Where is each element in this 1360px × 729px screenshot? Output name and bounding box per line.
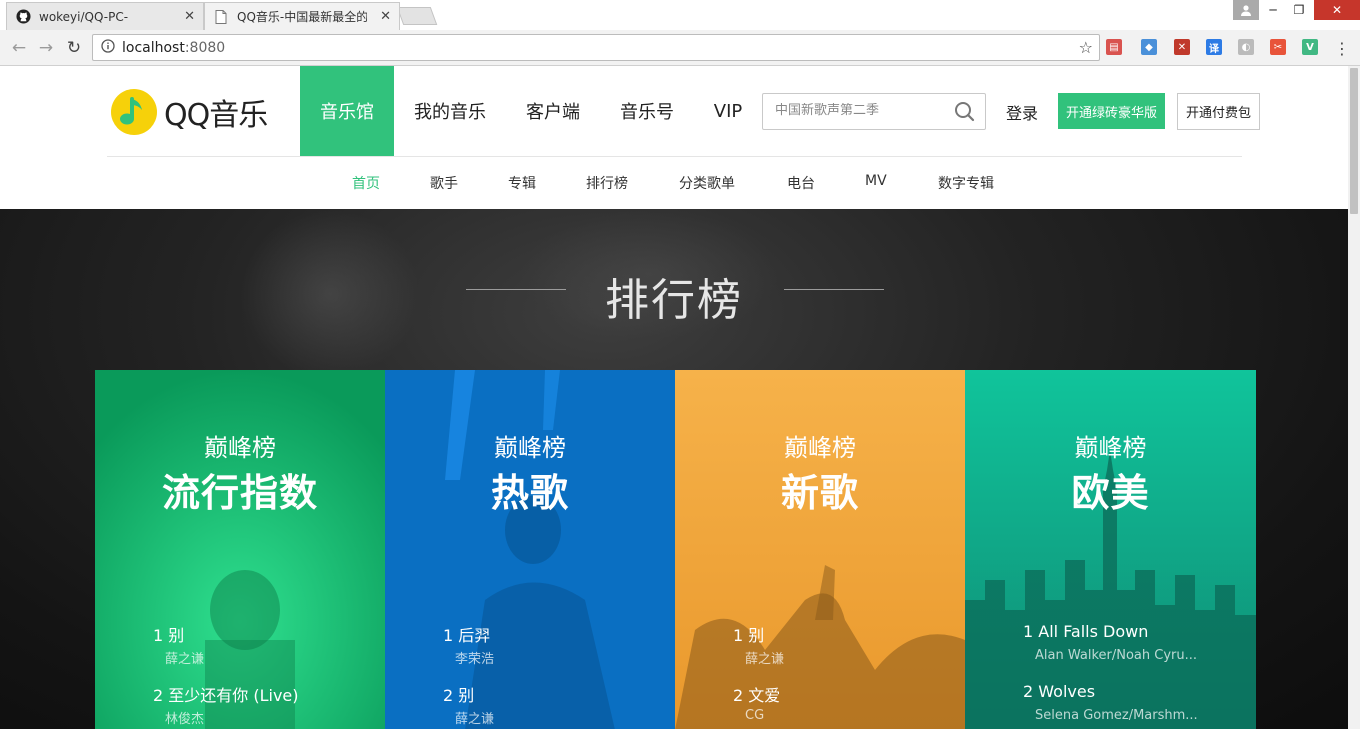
card-title: 热歌 bbox=[490, 471, 569, 515]
nav-item-music-account[interactable]: 音乐号 bbox=[600, 66, 694, 156]
close-tab-icon[interactable]: ✕ bbox=[184, 9, 195, 24]
song-artist[interactable]: Alan Walker/Noah Cyru... bbox=[1035, 648, 1215, 663]
subnav-item-home[interactable]: 首页 bbox=[352, 173, 380, 193]
song-artist[interactable]: 林俊杰 bbox=[165, 708, 345, 727]
ranking-card-hot-songs[interactable]: 巅峰榜 热歌 1 后羿 李荣浩 2 别 薛之谦 bbox=[385, 370, 675, 729]
main-nav: 音乐馆 我的音乐 客户端 音乐号 VIP bbox=[300, 66, 762, 156]
close-window-icon[interactable]: ✕ bbox=[1314, 0, 1360, 20]
adblock-extension-icon[interactable]: ✕ bbox=[1174, 39, 1190, 55]
song-artist[interactable]: 薛之谦 bbox=[165, 648, 345, 667]
ranking-cards: 巅峰榜 流行指数 1 别 薛之谦 2 至少还有你 (Live) 林俊杰 巅峰榜 … bbox=[95, 370, 1256, 729]
card-subtitle: 巅峰榜 bbox=[204, 434, 276, 462]
subnav-item-charts[interactable]: 排行榜 bbox=[586, 173, 628, 193]
card-subtitle: 巅峰榜 bbox=[1074, 434, 1147, 462]
song-artist[interactable]: CG bbox=[745, 708, 925, 723]
song-line[interactable]: 1 别 bbox=[153, 622, 184, 646]
url-port: :8080 bbox=[184, 39, 226, 56]
close-tab-icon[interactable]: ✕ bbox=[380, 9, 391, 24]
github-icon bbox=[15, 9, 31, 25]
restore-icon[interactable]: ❐ bbox=[1286, 0, 1312, 20]
page-icon bbox=[213, 9, 229, 25]
login-link[interactable]: 登录 bbox=[1006, 100, 1038, 124]
ranking-card-new-songs[interactable]: 巅峰榜 新歌 1 别 薛之谦 2 文爱 CG bbox=[675, 370, 965, 729]
card-title: 新歌 bbox=[780, 471, 859, 515]
browser-tab-github[interactable]: wokeyi/QQ-PC- ✕ bbox=[6, 2, 204, 30]
tab-title: wokeyi/QQ-PC- bbox=[39, 9, 129, 24]
search-input[interactable] bbox=[775, 103, 945, 118]
ranking-section: 排行榜 巅峰榜 流行指数 1 别 薛之谦 2 至少还有你 (Live) 林俊杰 bbox=[0, 209, 1348, 729]
leaf-extension-icon[interactable]: ◐ bbox=[1238, 39, 1254, 55]
site-header: QQ音乐 音乐馆 我的音乐 客户端 音乐号 VIP 登录 开通绿砖豪华版 开通付… bbox=[0, 66, 1348, 156]
vue-devtools-icon[interactable]: V bbox=[1302, 39, 1318, 55]
bookmark-star-icon[interactable]: ☆ bbox=[1079, 38, 1093, 57]
qq-music-logo[interactable]: QQ音乐 bbox=[110, 88, 268, 136]
song-artist[interactable]: 李荣浩 bbox=[455, 648, 635, 667]
song-line[interactable]: 2 Wolves bbox=[1023, 682, 1095, 701]
subnav-item-mv[interactable]: MV bbox=[865, 173, 887, 189]
ranking-card-western[interactable]: 巅峰榜 欧美 1 All Falls Down Alan Walker/Noah… bbox=[965, 370, 1256, 729]
browser-tab-bar: wokeyi/QQ-PC- ✕ QQ音乐-中国最新最全的 ✕ ─ ❐ ✕ bbox=[0, 0, 1360, 30]
subnav-item-digital-albums[interactable]: 数字专辑 bbox=[938, 173, 994, 193]
card-title: 欧美 bbox=[1071, 471, 1150, 515]
menu-kebab-icon[interactable]: ⋮ bbox=[1331, 37, 1353, 59]
new-tab-button[interactable] bbox=[396, 7, 438, 25]
minimize-icon[interactable]: ─ bbox=[1260, 0, 1286, 20]
reload-icon[interactable]: ↻ bbox=[63, 37, 85, 59]
song-line[interactable]: 1 后羿 bbox=[443, 622, 490, 646]
nav-item-vip[interactable]: VIP bbox=[694, 66, 762, 156]
open-pay-package-button[interactable]: 开通付费包 bbox=[1177, 93, 1260, 130]
card-subtitle: 巅峰榜 bbox=[494, 434, 566, 462]
search-box bbox=[762, 93, 986, 130]
chrome-extension-icon[interactable]: ◆ bbox=[1141, 39, 1157, 55]
url-text: localhost:8080 bbox=[122, 40, 225, 56]
nav-item-client[interactable]: 客户端 bbox=[506, 66, 600, 156]
song-artist[interactable]: 薛之谦 bbox=[455, 708, 635, 727]
card-background-image bbox=[385, 370, 675, 729]
address-bar[interactable]: localhost:8080 ☆ bbox=[92, 34, 1100, 61]
page-viewport: QQ音乐 音乐馆 我的音乐 客户端 音乐号 VIP 登录 开通绿砖豪华版 开通付… bbox=[0, 66, 1348, 729]
nav-item-my-music[interactable]: 我的音乐 bbox=[394, 66, 506, 156]
scrollbar-thumb[interactable] bbox=[1350, 68, 1358, 214]
song-line[interactable]: 2 至少还有你 (Live) bbox=[153, 682, 299, 706]
song-line[interactable]: 2 别 bbox=[443, 682, 474, 706]
nav-item-music-hall[interactable]: 音乐馆 bbox=[300, 66, 394, 156]
tab-title: QQ音乐-中国最新最全的 bbox=[237, 10, 367, 24]
browser-toolbar: ← → ↻ localhost:8080 ☆ ▤ ◆ ✕ 译 ◐ ✂ V ⋮ bbox=[0, 30, 1360, 66]
tools-extension-icon[interactable]: ✂ bbox=[1270, 39, 1286, 55]
ranking-card-pop-index[interactable]: 巅峰榜 流行指数 1 别 薛之谦 2 至少还有你 (Live) 林俊杰 bbox=[95, 370, 385, 729]
title-line-right bbox=[784, 289, 884, 290]
open-green-vip-button[interactable]: 开通绿砖豪华版 bbox=[1058, 93, 1165, 129]
card-title: 流行指数 bbox=[161, 471, 318, 515]
subnav-item-singers[interactable]: 歌手 bbox=[430, 173, 458, 193]
logo-text: QQ音乐 bbox=[164, 98, 268, 133]
translate-extension-icon[interactable]: 译 bbox=[1206, 39, 1222, 55]
back-arrow-icon[interactable]: ← bbox=[8, 37, 30, 59]
card-background-image bbox=[95, 370, 385, 729]
calendar-extension-icon[interactable]: ▤ bbox=[1106, 39, 1122, 55]
url-host: localhost bbox=[122, 39, 185, 56]
card-background-image bbox=[675, 370, 965, 729]
song-artist[interactable]: 薛之谦 bbox=[745, 648, 925, 667]
song-artist[interactable]: Selena Gomez/Marshm... bbox=[1035, 708, 1215, 723]
page-scrollbar[interactable] bbox=[1348, 66, 1360, 729]
subnav-item-radio[interactable]: 电台 bbox=[787, 173, 815, 193]
info-icon[interactable] bbox=[101, 38, 115, 57]
subnav-item-albums[interactable]: 专辑 bbox=[508, 173, 536, 193]
user-profile-icon[interactable] bbox=[1233, 0, 1259, 20]
song-line[interactable]: 1 别 bbox=[733, 622, 764, 646]
song-line[interactable]: 2 文爱 bbox=[733, 682, 780, 706]
subnav-item-playlists[interactable]: 分类歌单 bbox=[679, 173, 735, 193]
sub-nav: 首页 歌手 专辑 排行榜 分类歌单 电台 MV 数字专辑 bbox=[0, 157, 1348, 209]
card-background-image bbox=[965, 370, 1256, 729]
card-subtitle: 巅峰榜 bbox=[784, 434, 856, 462]
ranking-title: 排行榜 bbox=[605, 275, 743, 326]
search-icon[interactable] bbox=[954, 101, 975, 126]
forward-arrow-icon[interactable]: → bbox=[35, 37, 57, 59]
qq-music-logo-icon bbox=[111, 89, 157, 135]
song-line[interactable]: 1 All Falls Down bbox=[1023, 622, 1148, 641]
browser-tab-qqmusic[interactable]: QQ音乐-中国最新最全的 ✕ bbox=[204, 2, 400, 30]
